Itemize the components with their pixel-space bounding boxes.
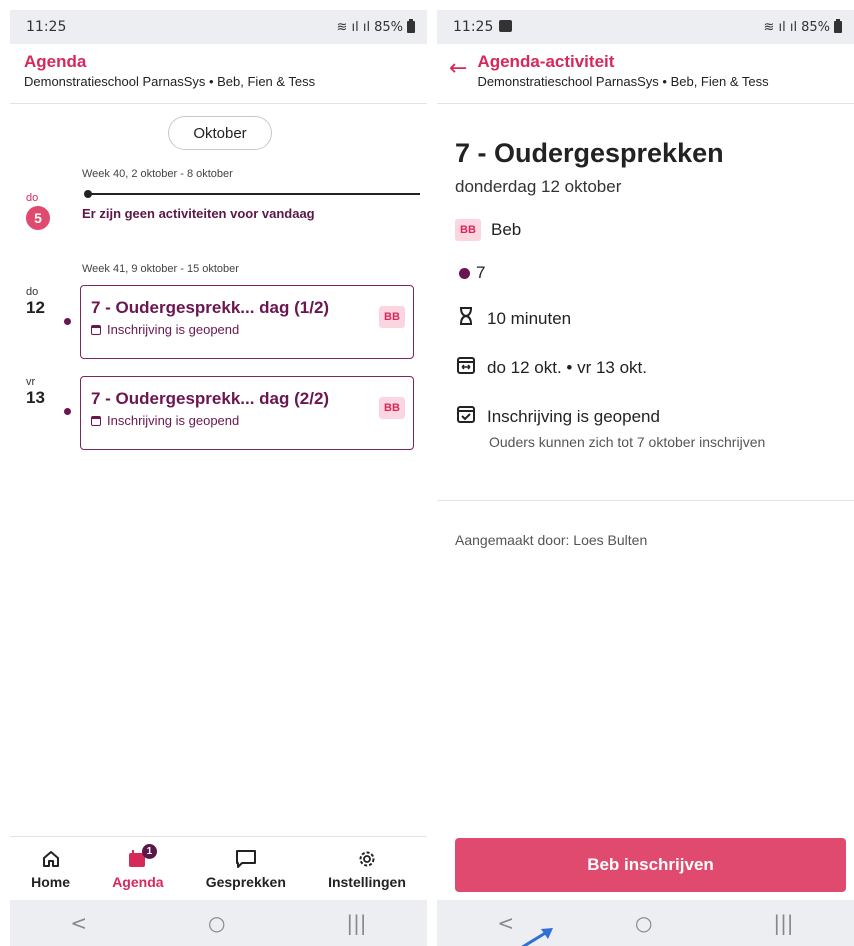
status-time: 11:25 bbox=[453, 19, 494, 35]
activity-date: donderdag 12 oktober bbox=[455, 177, 622, 196]
home-icon bbox=[40, 848, 62, 870]
page-title: Agenda bbox=[24, 52, 87, 71]
divider bbox=[437, 500, 854, 501]
page-subtitle: Demonstratieschool ParnasSys • Beb, Fien… bbox=[477, 74, 769, 89]
gear-icon bbox=[356, 848, 378, 870]
chat-icon bbox=[235, 848, 257, 870]
page-title: Agenda-activiteit bbox=[477, 52, 615, 71]
app-header: Agenda Demonstratieschool ParnasSys • Be… bbox=[10, 44, 427, 104]
registration-note: Ouders kunnen zich tot 7 oktober inschri… bbox=[489, 434, 766, 450]
bottom-navigation: Home 1 Agenda Gesprekken Instellingen bbox=[10, 836, 427, 900]
status-time: 11:25 bbox=[26, 19, 67, 35]
wifi-signal-icon: ≋ ıl ıl bbox=[763, 19, 798, 35]
page-subtitle: Demonstratieschool ParnasSys • Beb, Fien… bbox=[24, 74, 316, 89]
nav-label: Agenda bbox=[112, 873, 164, 890]
day-name: do bbox=[26, 192, 39, 204]
created-by: Aangemaakt door: Loes Bulten bbox=[455, 532, 648, 548]
registration-status: Inschrijving is geopend bbox=[487, 406, 660, 426]
child-badge: BB bbox=[379, 306, 405, 328]
date-range-row: do 12 okt. • vr 13 okt. bbox=[455, 354, 840, 381]
duration-row: 10 minuten bbox=[455, 305, 840, 332]
child-name: Beb bbox=[491, 220, 522, 239]
event-color-dot bbox=[64, 318, 71, 325]
activity-details: 7 - Oudergesprekken donderdag 12 oktober… bbox=[455, 138, 840, 450]
child-row: BB Beb bbox=[455, 219, 840, 241]
group-color-dot bbox=[459, 267, 470, 279]
calendar-icon: 1 bbox=[127, 843, 157, 870]
cursor-arrow-icon bbox=[521, 928, 553, 946]
app-header: ← Agenda-activiteit Demonstratieschool P… bbox=[437, 44, 854, 104]
now-indicator-line bbox=[90, 193, 420, 195]
calendar-check-icon bbox=[455, 403, 477, 430]
home-nav-button[interactable]: ○ bbox=[635, 911, 652, 935]
child-badge: BB bbox=[379, 397, 405, 419]
event-title: 7 - Oudergesprekk... dag (2/2) bbox=[91, 389, 330, 408]
event-status: Inschrijving is geopend bbox=[91, 413, 373, 428]
recents-nav-button[interactable]: ||| bbox=[773, 911, 793, 935]
status-indicators: ≋ ıl ıl 85% bbox=[763, 19, 842, 35]
calendar-range-icon bbox=[455, 354, 477, 381]
agenda-screen: 11:25 ≋ ıl ıl 85% Agenda Demonstratiesch… bbox=[10, 10, 427, 946]
recents-nav-button[interactable]: ||| bbox=[346, 911, 366, 935]
event-status-text: Inschrijving is geopend bbox=[107, 322, 240, 337]
gallery-notification-icon bbox=[499, 20, 513, 32]
agenda-event-card[interactable]: 7 - Oudergesprekk... dag (1/2) Inschrijv… bbox=[80, 285, 414, 359]
agenda-event-card[interactable]: 7 - Oudergesprekk... dag (2/2) Inschrijv… bbox=[80, 376, 414, 450]
status-bar: 11:25 ≋ ıl ıl 85% bbox=[10, 10, 427, 44]
notification-badge: 1 bbox=[141, 843, 157, 859]
child-badge: BB bbox=[455, 219, 481, 241]
today-day-marker: do 5 bbox=[26, 192, 70, 230]
month-selector-button[interactable]: Oktober bbox=[168, 116, 272, 150]
event-status: Inschrijving is geopend bbox=[91, 322, 373, 337]
nav-agenda[interactable]: 1 Agenda bbox=[112, 843, 164, 890]
empty-day-message: Er zijn geen activiteiten voor vandaag bbox=[82, 206, 315, 221]
system-navigation-bar: < ○ ||| bbox=[10, 900, 427, 946]
activity-title: 7 - Oudergesprekken bbox=[455, 138, 724, 168]
nav-instellingen[interactable]: Instellingen bbox=[328, 848, 406, 890]
registration-row: Inschrijving is geopend bbox=[455, 403, 840, 430]
day-name: vr bbox=[26, 376, 36, 388]
event-title: 7 - Oudergesprekk... dag (1/2) bbox=[91, 298, 330, 317]
back-arrow-icon[interactable]: ← bbox=[449, 58, 467, 80]
header-text: Agenda-activiteit Demonstratieschool Par… bbox=[477, 52, 768, 89]
event-day-marker: do 12 bbox=[26, 286, 70, 318]
hourglass-icon bbox=[455, 305, 477, 332]
battery-icon bbox=[834, 19, 842, 33]
nav-label: Home bbox=[31, 873, 70, 890]
calendar-check-icon bbox=[91, 415, 101, 426]
calendar-check-icon bbox=[91, 324, 101, 335]
battery-level: 85% bbox=[801, 19, 830, 35]
group-name: 7 bbox=[476, 263, 486, 282]
status-indicators: ≋ ıl ıl 85% bbox=[336, 19, 415, 35]
day-number: 12 bbox=[26, 298, 45, 317]
home-nav-button[interactable]: ○ bbox=[208, 911, 225, 935]
duration-text: 10 minuten bbox=[487, 308, 572, 328]
day-name: do bbox=[26, 286, 39, 298]
event-day-marker: vr 13 bbox=[26, 376, 70, 408]
week-label: Week 41, 9 oktober - 15 oktober bbox=[82, 263, 239, 275]
nav-home[interactable]: Home bbox=[31, 848, 70, 890]
back-nav-button[interactable]: < bbox=[70, 911, 87, 935]
status-bar: 11:25 ≋ ıl ıl 85% bbox=[437, 10, 854, 44]
battery-icon bbox=[407, 19, 415, 33]
event-status-text: Inschrijving is geopend bbox=[107, 413, 240, 428]
nav-label: Instellingen bbox=[328, 873, 406, 890]
today-date-circle: 5 bbox=[26, 206, 50, 230]
activity-detail-screen: 11:25 ≋ ıl ıl 85% ← Agenda-activiteit De… bbox=[437, 10, 854, 946]
register-button[interactable]: Beb inschrijven bbox=[455, 838, 846, 892]
nav-gesprekken[interactable]: Gesprekken bbox=[206, 848, 286, 890]
event-color-dot bbox=[64, 408, 71, 415]
day-number: 13 bbox=[26, 388, 45, 407]
group-row: 7 bbox=[455, 263, 840, 283]
status-time-group: 11:25 bbox=[453, 19, 513, 35]
system-navigation-bar: < ○ ||| bbox=[437, 900, 854, 946]
battery-level: 85% bbox=[374, 19, 403, 35]
nav-label: Gesprekken bbox=[205, 873, 286, 890]
week-label: Week 40, 2 oktober - 8 oktober bbox=[82, 168, 233, 180]
date-range-text: do 12 okt. • vr 13 okt. bbox=[487, 357, 647, 377]
wifi-signal-icon: ≋ ıl ıl bbox=[336, 19, 371, 35]
